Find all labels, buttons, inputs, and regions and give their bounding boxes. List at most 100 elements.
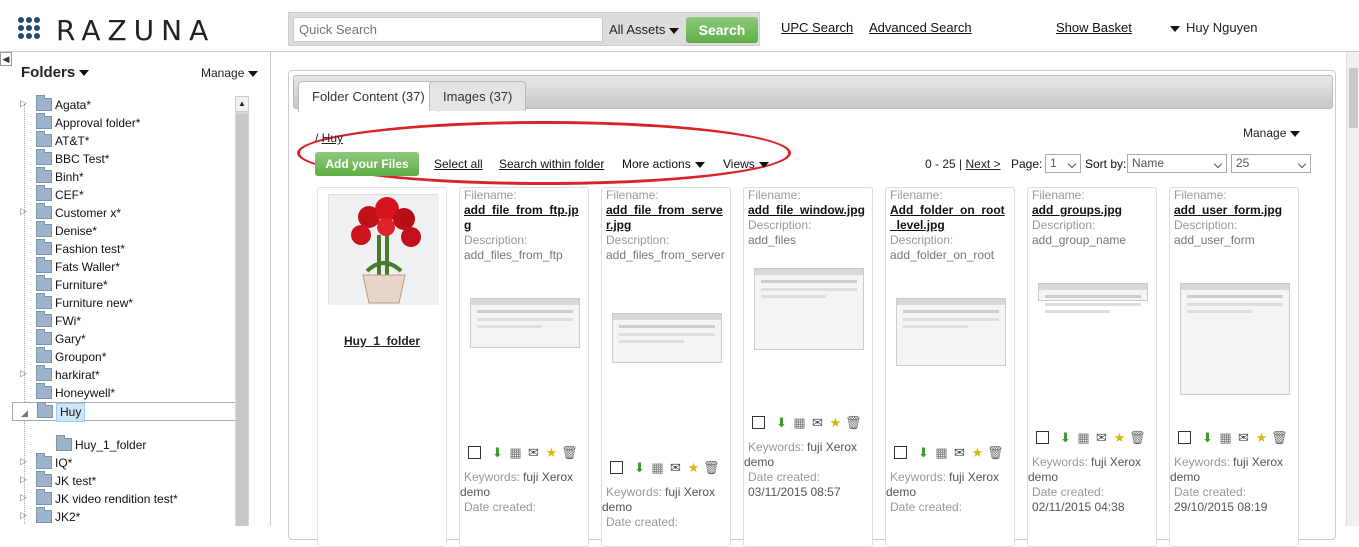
- asset-thumbnail-image[interactable]: [470, 298, 580, 348]
- sidebar-item-folder[interactable]: Honeywell*: [12, 383, 247, 402]
- breadcrumb-current-folder[interactable]: Huy: [322, 131, 343, 145]
- add-to-basket-icon[interactable]: ▦: [650, 460, 665, 475]
- asset-thumbnail-image[interactable]: [754, 268, 864, 350]
- select-all-link[interactable]: Select all: [434, 157, 483, 171]
- email-icon[interactable]: ✉: [526, 445, 541, 460]
- folder-thumbnail-image[interactable]: [328, 194, 439, 305]
- more-actions-menu[interactable]: More actions: [622, 157, 705, 171]
- add-to-basket-icon[interactable]: ▦: [1218, 430, 1233, 445]
- sidebar-item-folder[interactable]: FWi*: [12, 311, 247, 330]
- asset-filename-link[interactable]: add_user_form.jpg: [1170, 203, 1298, 218]
- trash-icon[interactable]: 🗑: [1271, 430, 1288, 445]
- add-files-button[interactable]: Add your Files: [315, 152, 419, 176]
- folder-name[interactable]: Huy_1_folder: [318, 334, 446, 348]
- asset-card[interactable]: Filename: Add_folder_on_root_level.jpg Des…: [885, 187, 1015, 547]
- search-input[interactable]: [293, 17, 603, 42]
- download-icon[interactable]: ⬇: [1058, 430, 1073, 445]
- add-to-basket-icon[interactable]: ▦: [508, 445, 523, 460]
- tab-folder-content[interactable]: Folder Content (37): [298, 81, 439, 112]
- favorite-star-icon[interactable]: ★: [544, 445, 559, 460]
- upc-search-link[interactable]: UPC Search: [781, 20, 853, 35]
- next-page-link[interactable]: Next >: [965, 157, 1000, 171]
- trash-icon[interactable]: 🗑: [1129, 430, 1146, 445]
- sidebar-scrollbar[interactable]: ▲: [235, 96, 249, 526]
- expand-arrow-icon[interactable]: ▷: [20, 456, 27, 467]
- expand-arrow-icon[interactable]: ▷: [20, 206, 27, 217]
- sidebar-item-folder[interactable]: Denise*: [12, 221, 247, 240]
- email-icon[interactable]: ✉: [1094, 430, 1109, 445]
- asset-scope-dropdown[interactable]: All Assets: [609, 22, 680, 37]
- download-icon[interactable]: ⬇: [632, 460, 647, 475]
- select-checkbox[interactable]: [610, 461, 623, 474]
- advanced-search-link[interactable]: Advanced Search: [869, 20, 972, 35]
- sidebar-item-folder[interactable]: BBC Test*: [12, 149, 247, 168]
- sidebar-item-folder[interactable]: ▷ JK test*: [12, 471, 247, 490]
- favorite-star-icon[interactable]: ★: [686, 460, 701, 475]
- scroll-up-icon[interactable]: ▲: [235, 96, 249, 112]
- collapse-sidebar-icon[interactable]: ◀: [0, 52, 12, 66]
- select-checkbox[interactable]: [1036, 431, 1049, 444]
- razuna-logo[interactable]: RAZUNA: [18, 14, 233, 47]
- asset-thumbnail-image[interactable]: [1038, 283, 1148, 313]
- favorite-star-icon[interactable]: ★: [828, 415, 843, 430]
- favorite-star-icon[interactable]: ★: [1112, 430, 1127, 445]
- user-menu[interactable]: Huy Nguyen: [1170, 20, 1258, 35]
- expanded-arrow-icon[interactable]: ◢: [21, 405, 28, 422]
- trash-icon[interactable]: 🗑: [703, 460, 720, 475]
- asset-filename-link[interactable]: Add_folder_on_root_level.jpg: [886, 203, 1014, 233]
- sidebar-item-folder[interactable]: Huy_1_folder: [32, 435, 267, 454]
- add-to-basket-icon[interactable]: ▦: [792, 415, 807, 430]
- trash-icon[interactable]: 🗑: [845, 415, 862, 430]
- download-icon[interactable]: ⬇: [774, 415, 789, 430]
- favorite-star-icon[interactable]: ★: [1254, 430, 1269, 445]
- download-icon[interactable]: ⬇: [916, 445, 931, 460]
- sidebar-item-folder[interactable]: Gary*: [12, 329, 247, 348]
- expand-arrow-icon[interactable]: ▷: [20, 510, 27, 521]
- expand-arrow-icon[interactable]: ▷: [20, 492, 27, 503]
- asset-filename-link[interactable]: add_file_window.jpg: [744, 203, 872, 218]
- email-icon[interactable]: ✉: [668, 460, 683, 475]
- asset-card[interactable]: Filename: add_groups.jpg Description: add_g…: [1027, 187, 1157, 547]
- asset-thumbnail-image[interactable]: [1180, 283, 1290, 395]
- download-icon[interactable]: ⬇: [1200, 430, 1215, 445]
- asset-card[interactable]: Filename: add_file_from_ftp.jpg Descriptio…: [459, 187, 589, 547]
- sidebar-item-folder[interactable]: AT&T*: [12, 131, 247, 150]
- asset-card[interactable]: Filename: add_user_form.jpg Description: ad…: [1169, 187, 1299, 547]
- tab-images[interactable]: Images (37): [429, 81, 527, 111]
- asset-thumbnail-image[interactable]: [896, 298, 1006, 366]
- folder-manage-menu[interactable]: Manage: [1243, 126, 1301, 140]
- email-icon[interactable]: ✉: [952, 445, 967, 460]
- sidebar-item-folder[interactable]: ▷ JK video rendition test*: [12, 489, 247, 508]
- scrollbar-thumb[interactable]: [236, 114, 248, 526]
- folders-title[interactable]: Folders: [21, 64, 90, 81]
- sidebar-item-folder[interactable]: Fashion test*: [12, 239, 247, 258]
- search-within-folder-link[interactable]: Search within folder: [499, 157, 604, 171]
- email-icon[interactable]: ✉: [1236, 430, 1251, 445]
- select-checkbox[interactable]: [894, 446, 907, 459]
- download-icon[interactable]: ⬇: [490, 445, 505, 460]
- trash-icon[interactable]: 🗑: [987, 445, 1004, 460]
- select-checkbox[interactable]: [1178, 431, 1191, 444]
- asset-card[interactable]: Filename: add_file_window.jpg Description:…: [743, 187, 873, 547]
- sidebar-item-folder[interactable]: ▷ harkirat*: [12, 365, 247, 384]
- sidebar-manage-menu[interactable]: Manage: [201, 66, 259, 80]
- per-page-select[interactable]: 25: [1231, 154, 1311, 173]
- page-scrollbar-thumb[interactable]: [1349, 68, 1358, 128]
- sort-select[interactable]: Name: [1127, 154, 1227, 173]
- search-button[interactable]: Search: [686, 17, 758, 43]
- sidebar-item-folder[interactable]: CEF*: [12, 185, 247, 204]
- page-scrollbar[interactable]: [1346, 52, 1359, 526]
- folder-card[interactable]: Huy_1_folder: [317, 187, 447, 547]
- sidebar-item-folder[interactable]: ▷ IQ*: [12, 453, 247, 472]
- sidebar-item-folder[interactable]: Approval folder*: [12, 113, 247, 132]
- sidebar-item-folder[interactable]: Furniture new*: [12, 293, 247, 312]
- add-to-basket-icon[interactable]: ▦: [934, 445, 949, 460]
- favorite-star-icon[interactable]: ★: [970, 445, 985, 460]
- page-select[interactable]: 1: [1045, 154, 1081, 173]
- trash-icon[interactable]: 🗑: [561, 445, 578, 460]
- expand-arrow-icon[interactable]: ▷: [20, 474, 27, 485]
- sidebar-item-folder[interactable]: Binh*: [12, 167, 247, 186]
- expand-arrow-icon[interactable]: ▷: [20, 368, 27, 379]
- views-menu[interactable]: Views: [723, 157, 769, 171]
- asset-filename-link[interactable]: add_file_from_server.jpg: [602, 203, 730, 233]
